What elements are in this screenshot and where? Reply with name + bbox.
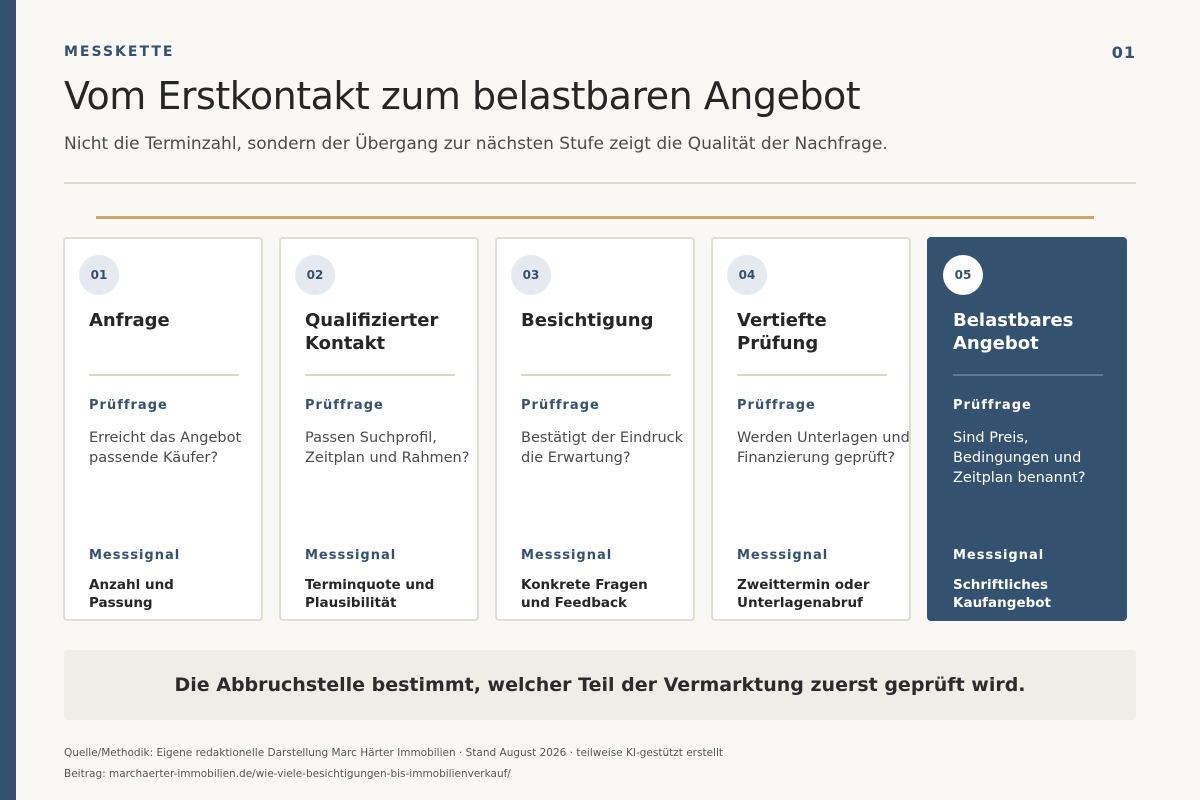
stage-title: Anfrage	[89, 310, 170, 331]
card-divider	[89, 374, 239, 376]
key-takeaway-callout: Die Abbruchstelle bestimmt, welcher Teil…	[64, 650, 1136, 720]
page-number: 01	[1111, 43, 1136, 62]
stage-title: Besichtigung	[521, 310, 654, 331]
kicker: MESSKETTE	[64, 44, 175, 60]
stage-number-badge: 05	[943, 255, 983, 295]
stage-card-belastbares-angebot: 05 Belastbares Angebot Prüffrage Sind Pr…	[927, 237, 1127, 621]
page-subtitle: Nicht die Terminzahl, sondern der Überga…	[64, 134, 888, 154]
card-divider	[953, 374, 1103, 376]
page-title: Vom Erstkontakt zum belastbaren Angebot	[64, 74, 861, 118]
question-text: Sind Preis, Bedingungen und Zeitplan ben…	[953, 430, 1086, 486]
timeline-line	[96, 216, 1094, 219]
signal-text: Zweittermin oder Unterlagenabruf	[737, 577, 870, 611]
stage-card-qualifizierter-kontakt: 02 Qualifizierter Kontakt Prüffrage Pass…	[279, 237, 479, 621]
stage-card-vertiefte-pruefung: 04 Vertiefte Prüfung Prüffrage Werden Un…	[711, 237, 911, 621]
question-label: Prüffrage	[89, 398, 168, 413]
stage-number-badge: 04	[727, 255, 767, 295]
signal-text: Anzahl und Passung	[89, 577, 174, 611]
card-divider	[737, 374, 887, 376]
signal-text: Konkrete Fragen und Feedback	[521, 577, 648, 611]
question-label: Prüffrage	[305, 398, 384, 413]
question-label: Prüffrage	[953, 398, 1032, 413]
header-divider	[64, 182, 1136, 184]
card-divider	[305, 374, 455, 376]
signal-label: Messsignal	[305, 548, 397, 563]
source-note: Quelle/Methodik: Eigene redaktionelle Da…	[64, 747, 723, 759]
question-text: Bestätigt der Eindruck die Erwartung?	[521, 430, 684, 466]
stage-number-badge: 02	[295, 255, 335, 295]
stage-title: Vertiefte Prüfung	[737, 310, 827, 354]
stage-card-anfrage: 01 Anfrage Prüffrage Erreicht das Angebo…	[63, 237, 263, 621]
article-link: Beitrag: marchaerter-immobilien.de/wie-v…	[64, 768, 511, 780]
signal-label: Messsignal	[953, 548, 1045, 563]
signal-label: Messsignal	[521, 548, 613, 563]
question-text: Werden Unterlagen und Finanzierung geprü…	[737, 430, 910, 466]
stage-number-badge: 01	[79, 255, 119, 295]
stage-card-besichtigung: 03 Besichtigung Prüffrage Bestätigt der …	[495, 237, 695, 621]
question-text: Passen Suchprofil, Zeitplan und Rahmen?	[305, 430, 470, 466]
stage-cards: 01 Anfrage Prüffrage Erreicht das Angebo…	[63, 237, 1128, 621]
signal-label: Messsignal	[89, 548, 181, 563]
signal-label: Messsignal	[737, 548, 829, 563]
question-text: Erreicht das Angebot passende Käufer?	[89, 430, 242, 466]
stage-title: Belastbares Angebot	[953, 310, 1074, 354]
signal-text: Schriftliches Kaufangebot	[953, 577, 1051, 611]
question-label: Prüffrage	[521, 398, 600, 413]
signal-text: Terminquote und Plausibilität	[305, 577, 435, 611]
card-divider	[521, 374, 671, 376]
stage-title: Qualifizierter Kontakt	[305, 310, 439, 354]
question-label: Prüffrage	[737, 398, 816, 413]
stage-number-badge: 03	[511, 255, 551, 295]
left-accent-bar	[0, 0, 16, 800]
